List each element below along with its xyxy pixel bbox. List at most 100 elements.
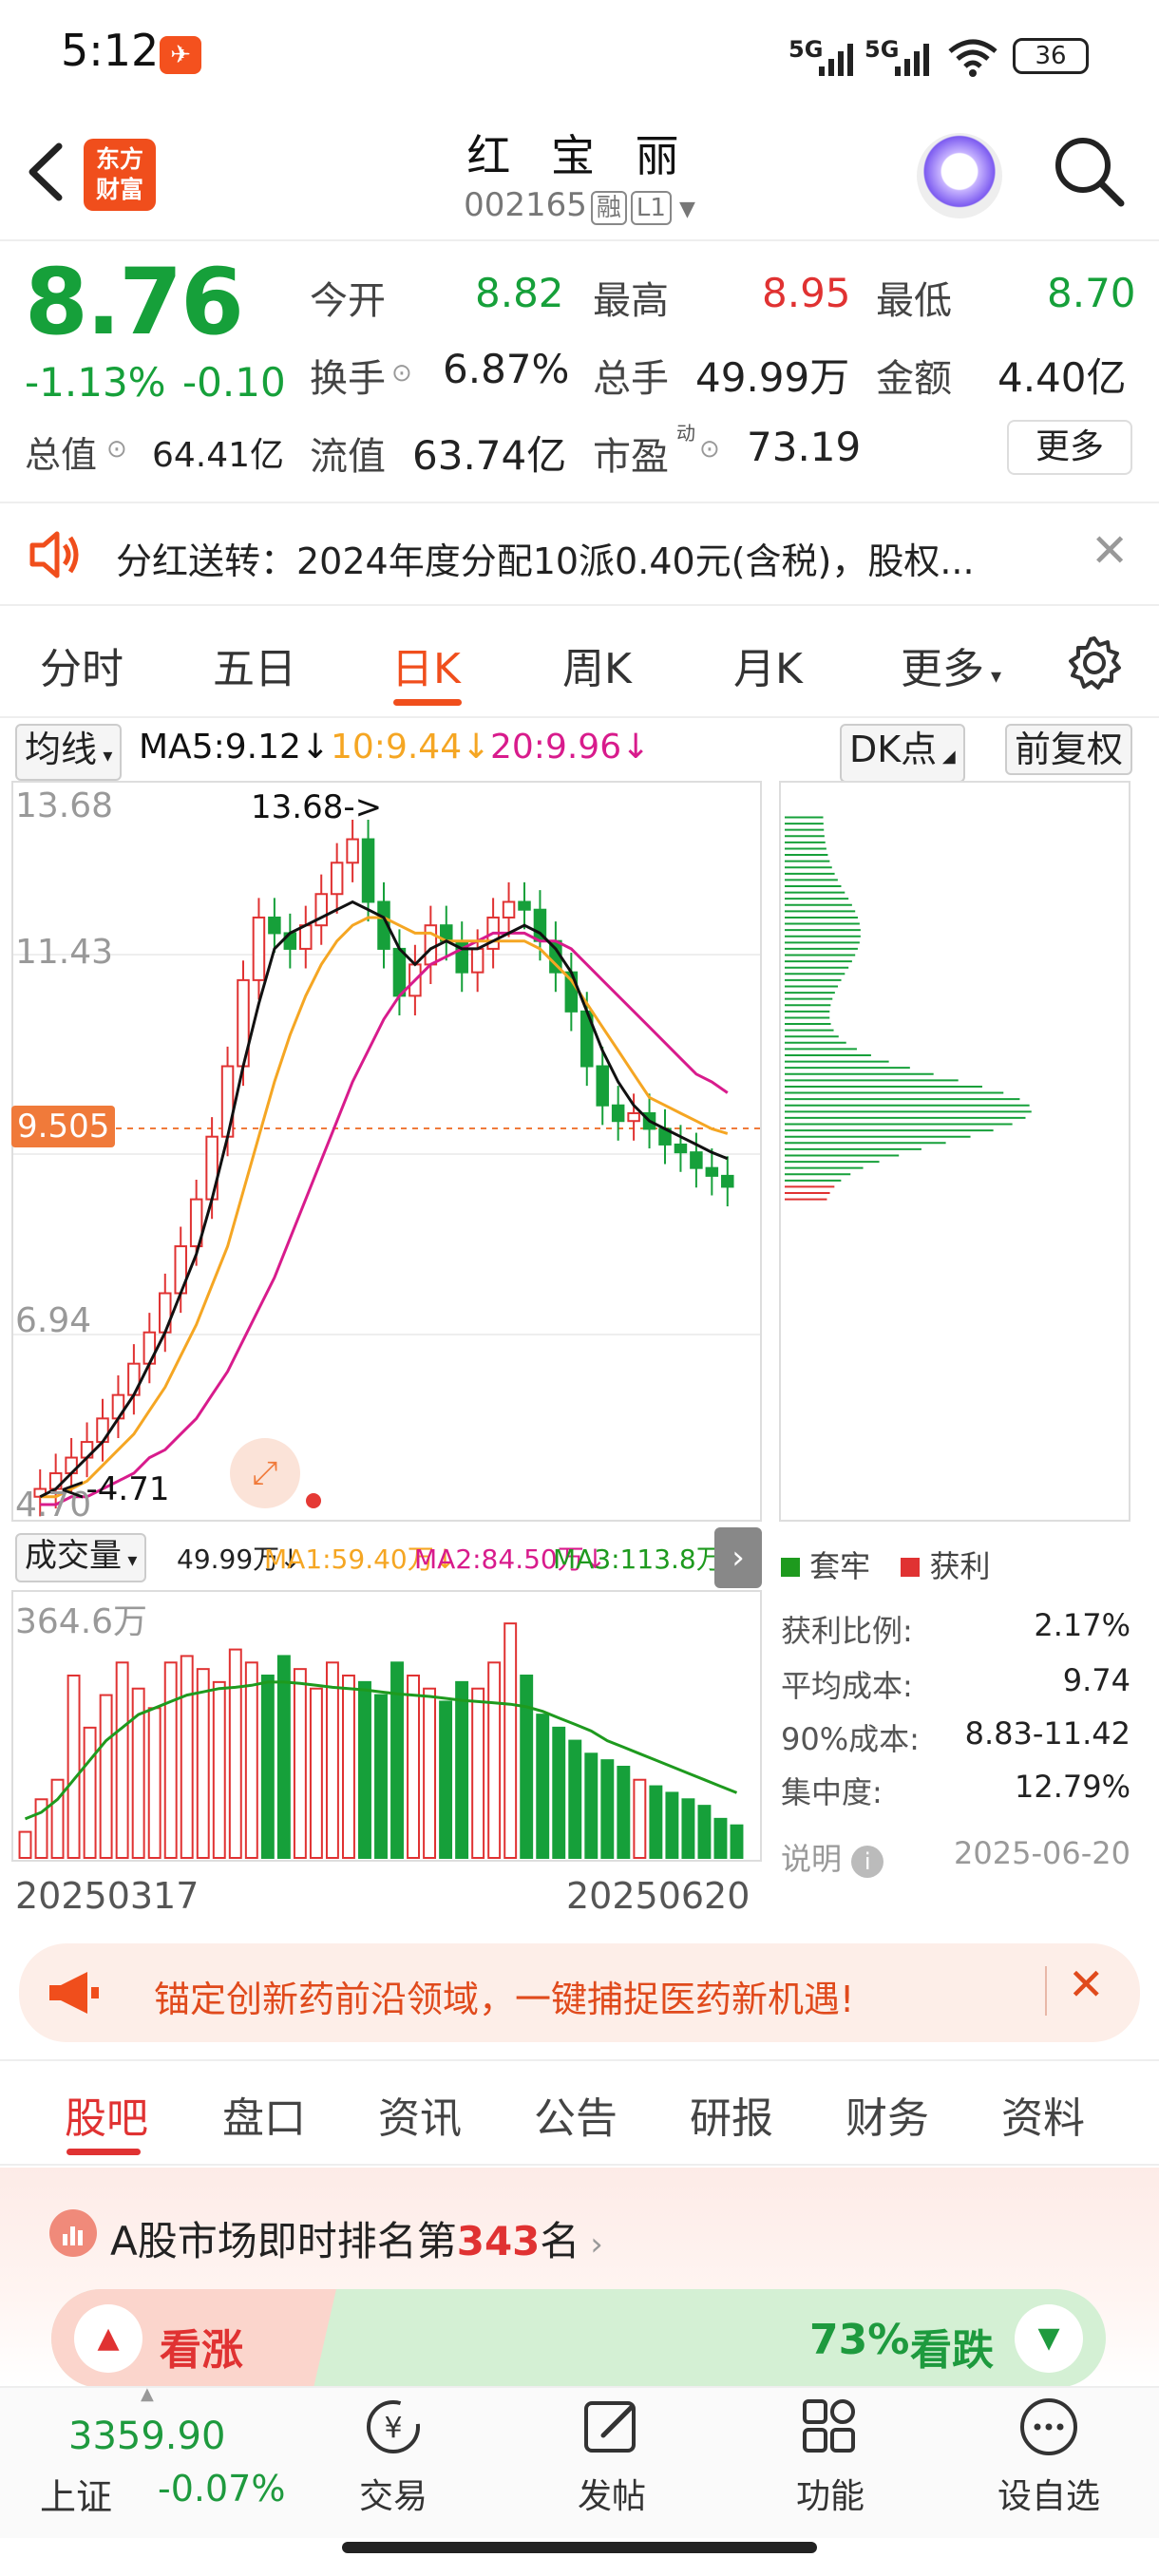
volume-max-label: 364.6万 [15,1602,148,1641]
promo-banner[interactable]: 锚定创新药前沿领域，一键捕捉医药新机遇! ✕ [19,1943,1140,2042]
nav-post[interactable]: 发帖 [545,2394,678,2518]
cost90-row: 90%成本: 8.83-11.42 [781,1715,1130,1757]
info-icon[interactable]: ⊙ [391,359,412,388]
volume-bar [374,1694,388,1859]
tab-five-day[interactable]: 五日 [213,635,296,695]
tab-more[interactable]: 更多 ▾ [901,635,1001,695]
pe-value: 73.19 [747,424,862,470]
volume-bar [325,1661,339,1859]
float-label: 流值 [310,435,386,479]
y-tick-label: 13.68 [15,786,114,825]
candle-body [502,900,516,919]
tab-intraday[interactable]: 分时 [40,635,124,695]
search-icon[interactable] [1051,133,1127,213]
edit-icon [584,2401,636,2453]
high-label: 最高 [593,279,669,323]
volume-bar [390,1661,404,1859]
settings-gear-icon[interactable] [1066,635,1123,695]
chip-note-row[interactable]: 说明 i 2025-06-20 [781,1835,1130,1879]
nav-watchlist[interactable]: 设自选 [982,2394,1115,2518]
assistant-avatar[interactable] [917,133,1002,218]
volume-bar [665,1791,679,1859]
volume-bar [358,1680,371,1860]
change-value: -0.10 [182,359,286,406]
tab-daily-k[interactable]: 日K [391,635,461,695]
volume-bar [697,1805,712,1860]
volume-bar [455,1680,469,1860]
candle-body [346,838,359,864]
triangle-up-icon[interactable]: ▲ [74,2304,142,2373]
date-end: 20250620 [566,1875,750,1917]
ma10-label: 10:9.44↓ [331,728,491,767]
vote-down-label[interactable]: 看跌 [910,2316,994,2377]
index-name: 上证 [40,2476,113,2518]
triangle-down-icon[interactable]: ▼ [1015,2304,1083,2373]
kline-panel[interactable]: 13.68 11.43 6.94 4.70 13.68-> <-4.71 9.5… [11,781,762,1525]
divider [0,239,1159,241]
tab-news[interactable]: 资讯 [378,2084,462,2145]
candle-body [596,1065,609,1107]
float-value: 63.74亿 [412,432,567,479]
ma5-line [39,900,729,1499]
tab-weekly-k[interactable]: 周K [562,635,632,695]
rank-text[interactable]: A股市场即时排名第343名 › [110,2209,603,2267]
vote-up-label[interactable]: 看涨 [160,2316,243,2377]
ma10-line [40,916,729,1499]
candle-body [330,862,344,896]
legend-trapped: 套牢 [809,1548,871,1584]
chevron-right-icon[interactable]: › [714,1527,762,1588]
index-value[interactable]: 3359.90 [68,2415,225,2458]
volume-bar [552,1726,566,1859]
ma5-label: MA5:9.12↓ [139,728,331,767]
volume-bar [147,1707,162,1859]
volume-bar [504,1622,518,1859]
volume-bar [471,1687,485,1859]
level-tag: L1 [630,191,672,225]
ma20-label: 20:9.96↓ [490,728,651,767]
status-bar: 5:12 ✈ 5G 5G 36 [0,0,1159,112]
volume-bar [568,1739,582,1859]
indicator-selector[interactable]: 成交量 ▾ [15,1533,147,1582]
y-tick-label: 11.43 [15,933,114,972]
turnover-value: 6.87% [443,346,570,392]
adjust-selector[interactable]: 前复权 [1005,724,1133,775]
dividend-notice[interactable]: 分红送转：2024年度分配10派0.40元(含税)，股权... ✕ [0,502,1159,606]
volume-bar [196,1668,210,1859]
volume-bar [50,1778,65,1859]
vote-down-pct: 73% [809,2316,910,2364]
tab-announcements[interactable]: 公告 [534,2084,618,2145]
nav-trade[interactable]: ¥ 交易 [327,2394,460,2518]
candle-body [424,924,438,966]
info-icon[interactable]: ⊙ [106,435,127,464]
tab-orderbook[interactable]: 盘口 [222,2084,306,2145]
tab-monthly-k[interactable]: 月K [733,635,803,695]
signal-bars-icon-2 [893,42,935,80]
concentration-row: 集中度: 12.79% [781,1769,1130,1810]
tab-finance[interactable]: 财务 [846,2084,929,2145]
tab-forum[interactable]: 股吧 [65,2084,148,2145]
volume-panel[interactable]: 364.6万 [11,1590,762,1862]
dividend-text: 分红送转：2024年度分配10派0.40元(含税)，股权... [116,540,975,582]
volume-bar [520,1675,534,1859]
close-icon[interactable]: ✕ [1091,524,1129,578]
tab-profile[interactable]: 资料 [1001,2084,1085,2145]
nav-functions[interactable]: 功能 [764,2394,897,2518]
expand-icon[interactable]: ⤢ [230,1438,300,1508]
chip-distribution-panel[interactable] [779,781,1130,1522]
volume-bar [276,1655,291,1859]
signal-bars-icon [817,42,859,80]
candle-body [721,1174,734,1188]
tab-underline [393,699,462,706]
more-button[interactable]: 更多 [1007,420,1132,475]
amount-value: 4.40亿 [998,354,1127,401]
live-dot [306,1493,321,1508]
date-start: 20250317 [15,1875,200,1917]
pe-label: 市盈 [593,435,669,479]
legend-profit: 获利 [929,1548,991,1584]
tab-research[interactable]: 研报 [690,2084,773,2145]
dk-point-selector[interactable]: DK点 ◢ [840,724,965,783]
info-icon[interactable]: ⊙ [699,435,720,464]
close-icon[interactable]: ✕ [1068,1959,1105,2010]
ma-selector[interactable]: 均线 ▾ [15,724,123,781]
megaphone-icon [46,1968,103,2021]
